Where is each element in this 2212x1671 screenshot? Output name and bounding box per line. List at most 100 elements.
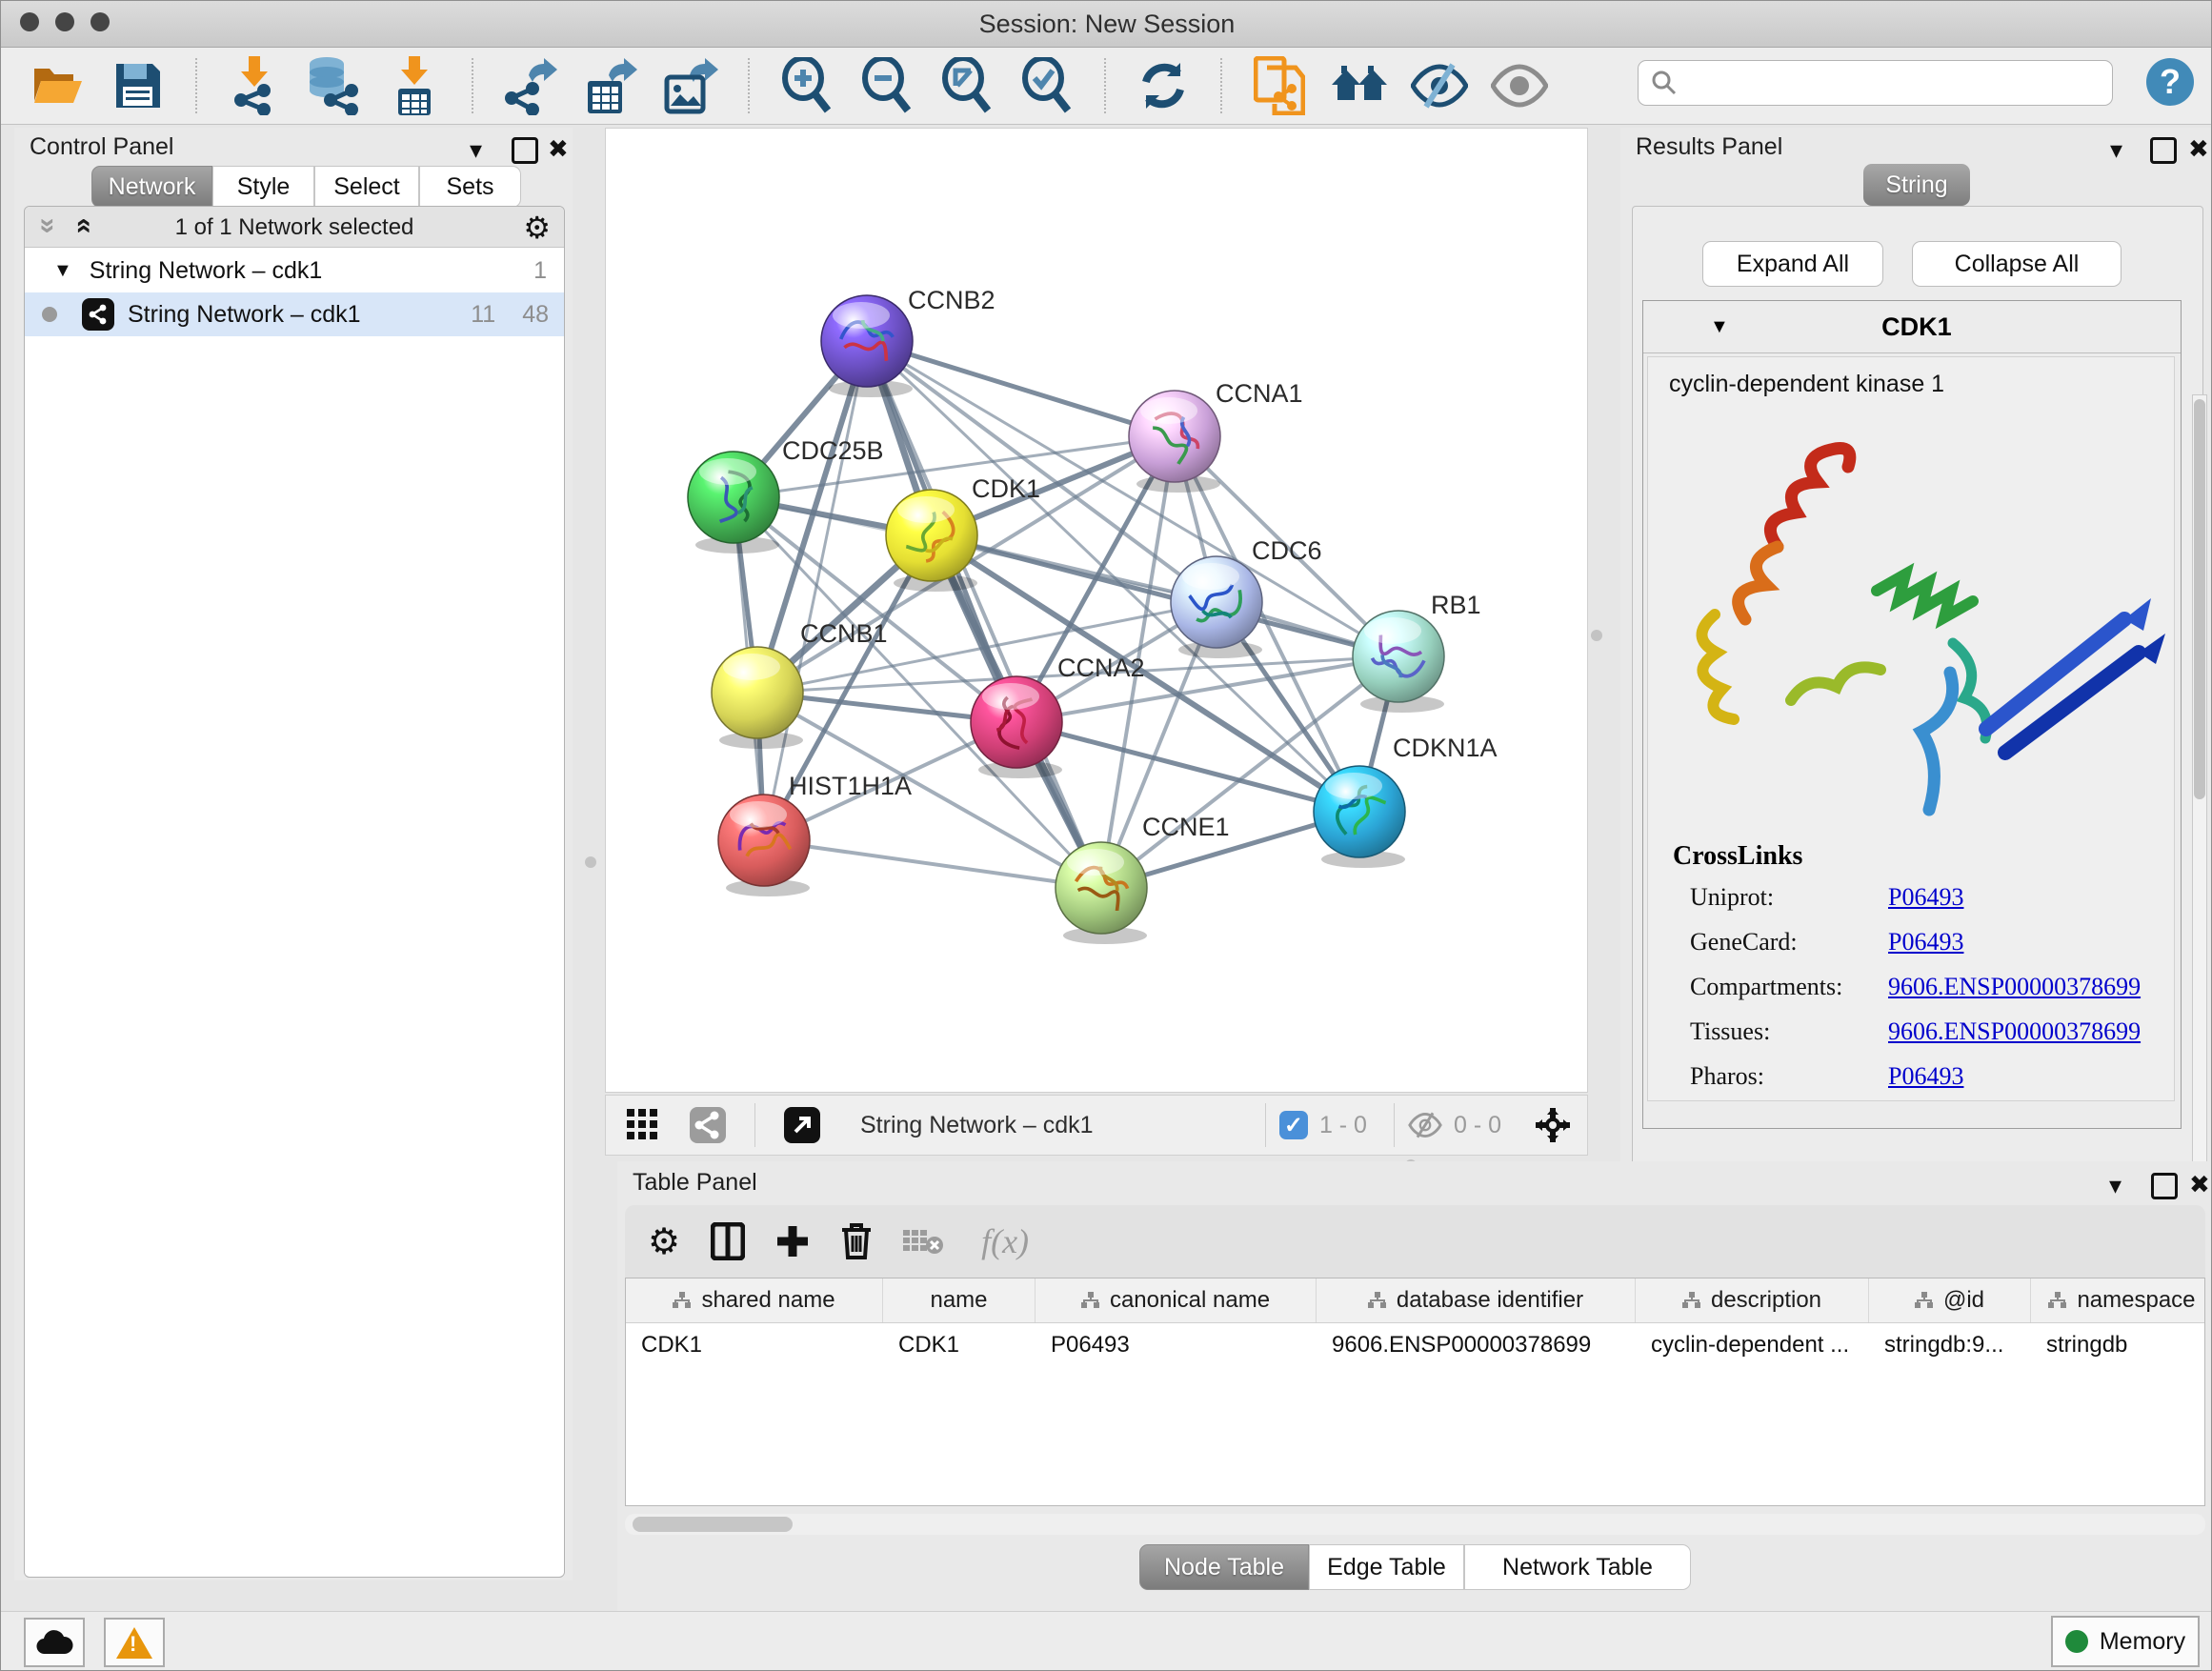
selected-checkbox-icon[interactable]: ✓ xyxy=(1279,1111,1308,1139)
cell-database-identifier[interactable]: 9606.ENSP00000378699 xyxy=(1317,1323,1636,1367)
zoom-fit-icon[interactable] xyxy=(937,56,996,115)
table-panel-close-icon[interactable]: ✖ xyxy=(2189,1170,2210,1199)
refresh-icon[interactable] xyxy=(1134,56,1193,115)
crosslink-uniprot-link[interactable]: P06493 xyxy=(1888,883,2141,912)
crosslink-genecard-link[interactable]: P06493 xyxy=(1888,928,2141,956)
open-folder-icon[interactable] xyxy=(29,56,88,115)
network-node-ccne1[interactable] xyxy=(1056,842,1147,944)
help-button[interactable]: ? xyxy=(2146,58,2194,106)
string-documents-icon[interactable] xyxy=(1250,56,1309,115)
search-input[interactable] xyxy=(1686,69,2112,97)
network-node-ccnb1[interactable] xyxy=(712,647,803,749)
network-node-hist1h1a[interactable] xyxy=(718,795,810,896)
column-header-canonical-name[interactable]: canonical name xyxy=(1036,1278,1317,1322)
cell-name[interactable]: CDK1 xyxy=(883,1323,1036,1367)
export-image-icon[interactable] xyxy=(661,56,720,115)
tab-select[interactable]: Select xyxy=(314,166,419,208)
cloud-button[interactable] xyxy=(24,1618,85,1667)
tab-string[interactable]: String xyxy=(1863,164,1970,206)
show-columns-icon[interactable] xyxy=(711,1222,745,1260)
control-panel-float-icon[interactable] xyxy=(512,137,538,164)
table-panel-menu-icon[interactable]: ▾ xyxy=(2109,1171,2122,1200)
tab-node-table[interactable]: Node Table xyxy=(1139,1544,1309,1590)
string-home-icon[interactable] xyxy=(1330,56,1389,115)
table-horizontal-scrollbar[interactable] xyxy=(625,1514,2205,1535)
results-scrollbar-thumb[interactable] xyxy=(2194,399,2205,799)
column-header-database-identifier[interactable]: database identifier xyxy=(1317,1278,1636,1322)
warning-button[interactable] xyxy=(104,1618,165,1667)
tab-style[interactable]: Style xyxy=(212,166,314,208)
cdk1-collapse-icon[interactable]: ▼ xyxy=(1710,316,1729,338)
network-canvas[interactable]: CCNB2CCNA1CDC25BCDK1CDC6RB1CCNB1CCNA2CDK… xyxy=(605,128,1588,1093)
cell--id[interactable]: stringdb:9... xyxy=(1869,1323,2031,1367)
table-row[interactable]: CDK1CDK1P064939606.ENSP00000378699cyclin… xyxy=(626,1323,2204,1367)
import-network-database-icon[interactable] xyxy=(305,56,364,115)
network-node-cdk1[interactable] xyxy=(886,490,977,592)
expand-all-button[interactable]: Expand All xyxy=(1702,241,1883,287)
network-edge[interactable] xyxy=(867,341,1175,436)
hide-glass-effect-icon[interactable] xyxy=(1410,56,1469,115)
network-share-icon[interactable] xyxy=(690,1107,726,1143)
delete-table-icon[interactable] xyxy=(903,1226,943,1257)
tab-sets[interactable]: Sets xyxy=(419,166,521,208)
network-collection-row[interactable]: ▼ String Network – cdk1 1 xyxy=(25,249,564,292)
tab-network-table[interactable]: Network Table xyxy=(1464,1544,1691,1590)
collapse-all-button[interactable]: Collapse All xyxy=(1912,241,2122,287)
table-panel-float-icon[interactable] xyxy=(2151,1173,2178,1199)
control-panel-close-icon[interactable]: ✖ xyxy=(548,134,569,164)
save-icon[interactable] xyxy=(109,56,168,115)
column-header--id[interactable]: @id xyxy=(1869,1278,2031,1322)
export-table-icon[interactable] xyxy=(581,56,640,115)
results-scrollbar[interactable] xyxy=(2192,394,2207,1221)
memory-button[interactable]: Memory xyxy=(2051,1616,2200,1667)
add-column-icon[interactable] xyxy=(775,1224,810,1258)
import-network-icon[interactable] xyxy=(225,56,284,115)
tab-edge-table[interactable]: Edge Table xyxy=(1309,1544,1464,1590)
zoom-selected-icon[interactable] xyxy=(1017,56,1076,115)
cell-canonical-name[interactable]: P06493 xyxy=(1036,1323,1317,1367)
function-builder-icon[interactable]: f(x) xyxy=(981,1221,1029,1261)
show-eye-icon[interactable] xyxy=(1490,56,1549,115)
grid-view-icon[interactable] xyxy=(627,1109,659,1141)
zoom-in-icon[interactable] xyxy=(777,56,836,115)
cdk1-description: cyclin-dependent kinase 1 xyxy=(1669,371,1944,398)
delete-column-icon[interactable] xyxy=(840,1222,873,1260)
crosslink-pharos-link[interactable]: P06493 xyxy=(1888,1062,2141,1091)
network-options-gear-icon[interactable]: ⚙ xyxy=(523,210,551,246)
column-header-namespace[interactable]: namespace xyxy=(2031,1278,2205,1322)
crosslink-tissues-link[interactable]: 9606.ENSP00000378699 xyxy=(1888,1017,2141,1046)
cell-description[interactable]: cyclin-dependent ... xyxy=(1636,1323,1869,1367)
column-header-name[interactable]: name xyxy=(883,1278,1036,1322)
results-panel-float-icon[interactable] xyxy=(2150,137,2177,164)
column-header-description[interactable]: description xyxy=(1636,1278,1869,1322)
birds-eye-view-icon[interactable] xyxy=(1534,1106,1572,1144)
collection-expand-icon[interactable]: ▼ xyxy=(53,260,72,282)
left-splitter-handle[interactable] xyxy=(585,856,596,868)
search-box[interactable] xyxy=(1638,60,2113,106)
zoom-out-icon[interactable] xyxy=(857,56,916,115)
network-node-cdkn1a[interactable] xyxy=(1314,766,1405,868)
crosslink-compartments-link[interactable]: 9606.ENSP00000378699 xyxy=(1888,973,2141,1001)
network-node-cdc25b[interactable] xyxy=(688,452,779,554)
right-splitter-handle[interactable] xyxy=(1591,630,1602,641)
network-node-ccna1[interactable] xyxy=(1129,391,1220,493)
string-network-graph[interactable]: CCNB2CCNA1CDC25BCDK1CDC6RB1CCNB1CCNA2CDK… xyxy=(606,129,1587,1092)
export-network-icon[interactable] xyxy=(501,56,560,115)
table-scrollbar-thumb[interactable] xyxy=(633,1517,793,1532)
network-edge[interactable] xyxy=(764,840,1101,888)
results-panel-close-icon[interactable]: ✖ xyxy=(2188,134,2209,164)
cell-shared-name[interactable]: CDK1 xyxy=(626,1323,883,1367)
table-settings-gear-icon[interactable]: ⚙ xyxy=(648,1220,680,1263)
cdk1-section-header[interactable]: ▼ CDK1 xyxy=(1643,301,2181,353)
import-table-icon[interactable] xyxy=(385,56,444,115)
cell-namespace[interactable]: stringdb xyxy=(2031,1323,2205,1367)
tab-network[interactable]: Network xyxy=(91,166,212,208)
control-panel-menu-icon[interactable]: ▾ xyxy=(470,135,482,165)
network-edge[interactable] xyxy=(932,535,1398,656)
column-header-shared-name[interactable]: shared name xyxy=(626,1278,883,1322)
results-panel-menu-icon[interactable]: ▾ xyxy=(2110,135,2122,165)
network-edge[interactable] xyxy=(867,341,1101,888)
detach-view-icon[interactable] xyxy=(784,1107,820,1143)
network-node-rb1[interactable] xyxy=(1353,611,1444,713)
network-row[interactable]: String Network – cdk1 11 48 xyxy=(25,292,564,336)
